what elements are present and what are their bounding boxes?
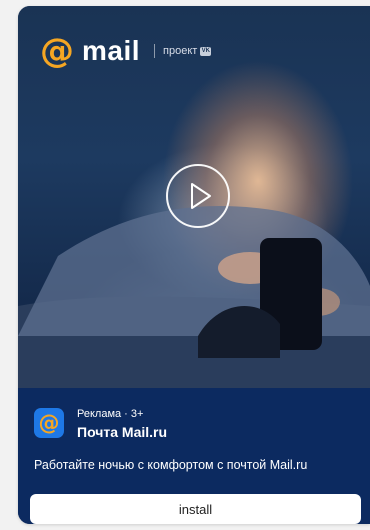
project-text: проект — [163, 45, 198, 57]
install-button[interactable]: install — [30, 494, 361, 524]
ad-label: Реклама · 3+ — [77, 408, 144, 420]
play-icon — [191, 183, 211, 209]
project-label: проект VK — [163, 45, 212, 57]
mail-app-icon[interactable]: @ — [34, 408, 64, 438]
ad-info-panel: @ Реклама · 3+ Почта Mail.ru Работайте н… — [18, 388, 370, 524]
app-name[interactable]: Почта Mail.ru — [77, 424, 167, 440]
brand-logo: @ mail проект VK — [40, 31, 212, 71]
logo-wordmark: mail — [82, 35, 141, 66]
ad-card[interactable]: @ mail проект VK @ Реклама · 3+ Почта Ma… — [18, 6, 370, 524]
play-button[interactable] — [166, 164, 230, 228]
vk-icon: VK — [200, 46, 212, 56]
ad-description: Работайте ночью с комфортом с почтой Mai… — [34, 458, 308, 472]
logo-divider — [154, 44, 156, 58]
at-icon: @ — [40, 31, 74, 71]
video-preview[interactable]: @ mail проект VK — [18, 6, 370, 388]
